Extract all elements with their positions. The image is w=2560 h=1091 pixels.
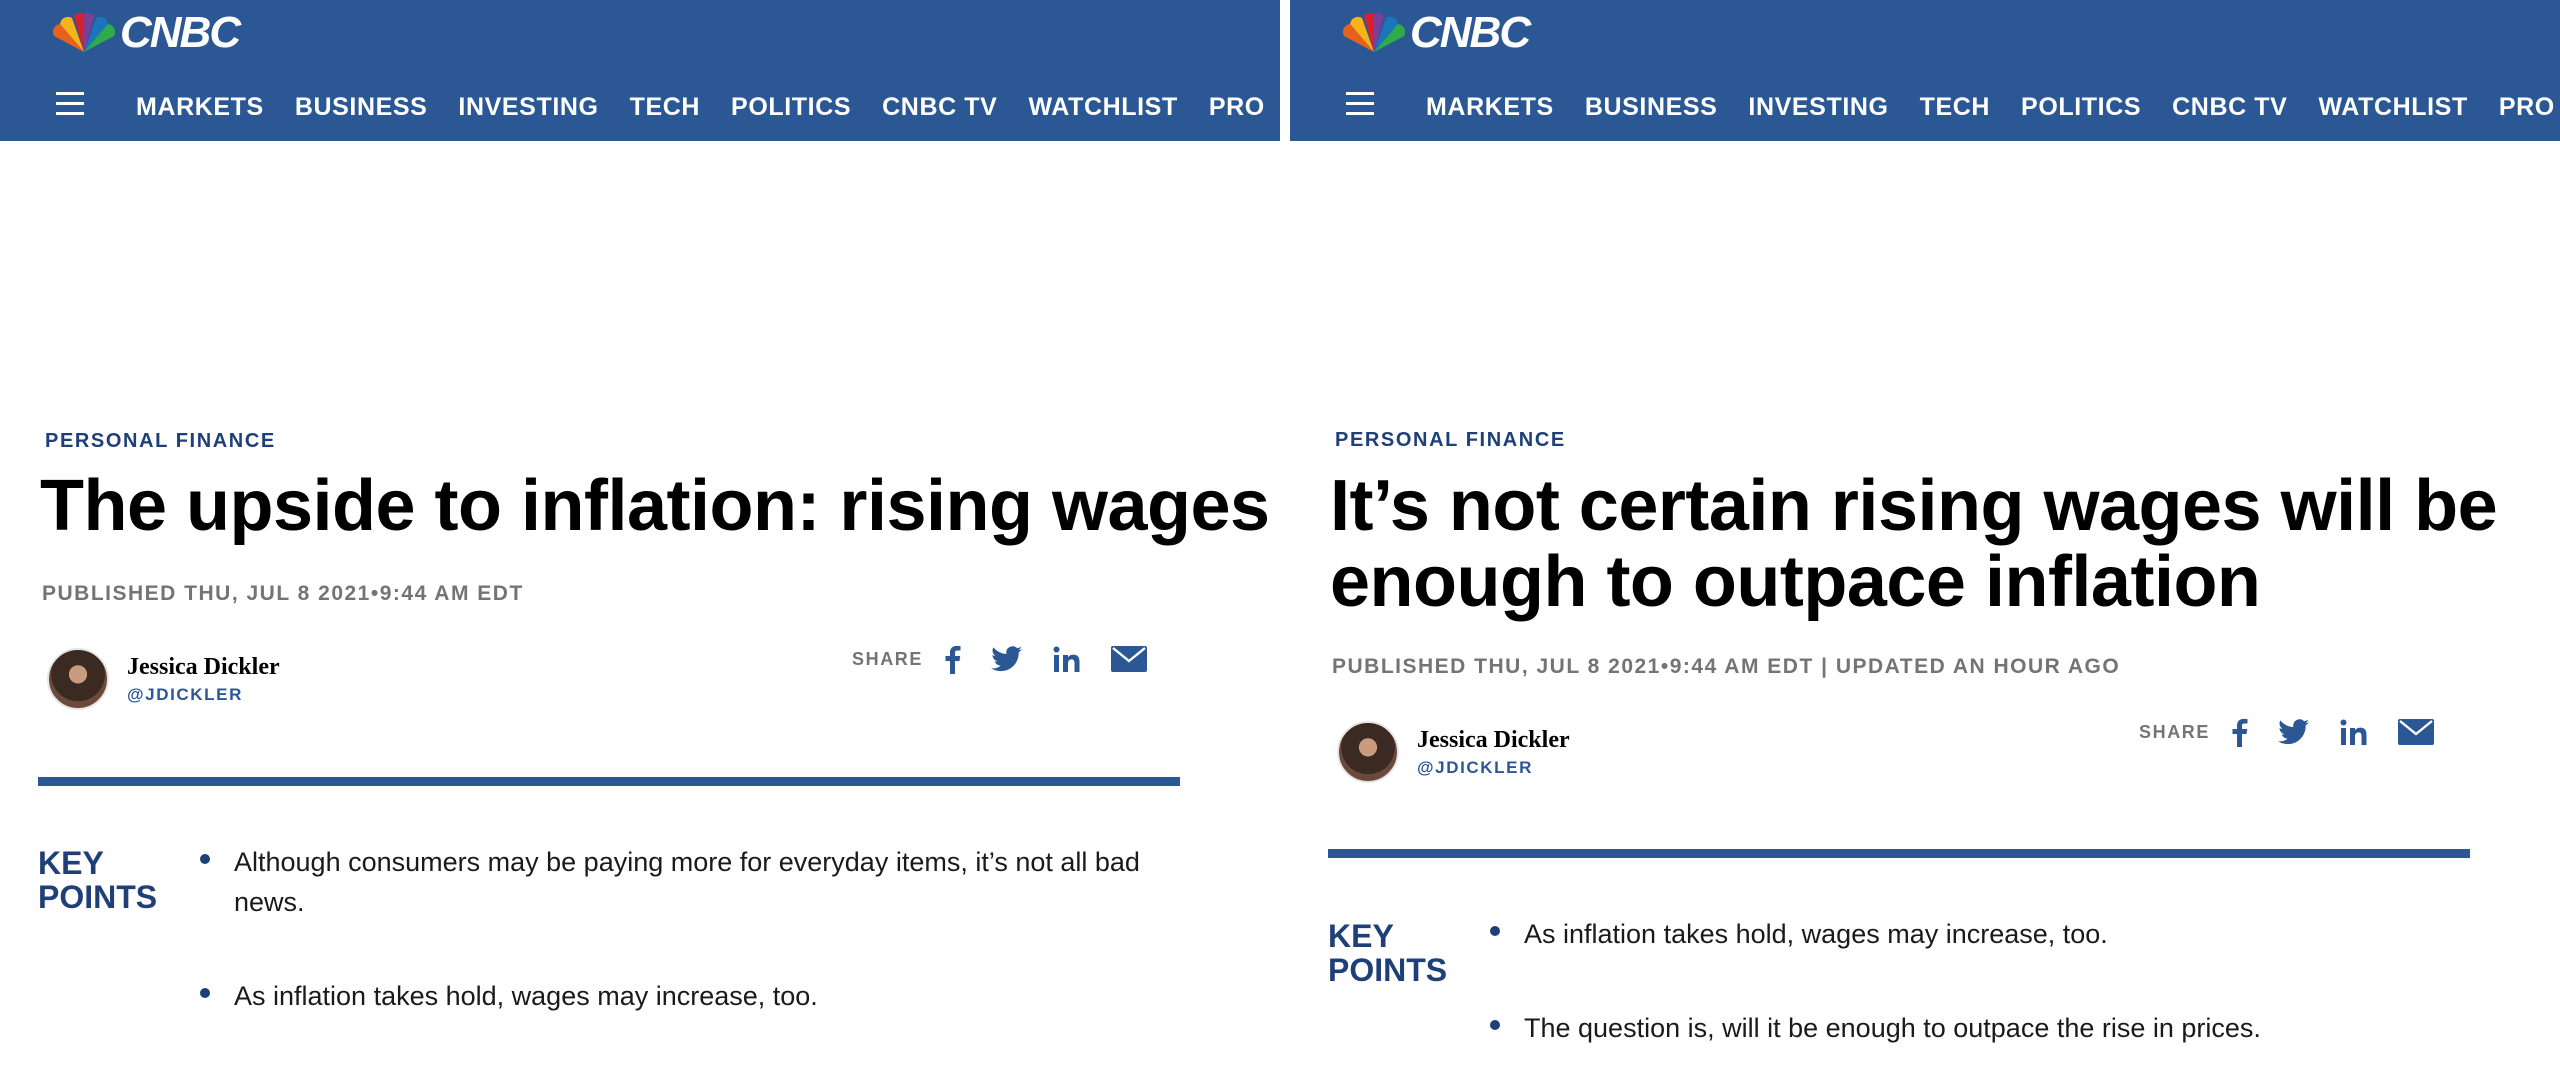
published-date: PUBLISHED THU, JUL 8 2021•9:44 AM EDT | … <box>1332 655 2121 678</box>
nav-pro[interactable]: PRO <box>1209 92 1265 122</box>
key-points-label: KEY POINTS <box>38 845 158 915</box>
avatar <box>47 648 109 710</box>
article-panel-left: CNBC MARKETS BUSINESS INVESTING TECH POL… <box>0 0 1280 1091</box>
facebook-icon[interactable] <box>2230 717 2248 747</box>
key-points-divider <box>1328 849 2470 858</box>
nav-tech[interactable]: TECH <box>630 92 700 122</box>
nav-watchlist[interactable]: WATCHLIST <box>1028 92 1177 122</box>
email-icon[interactable] <box>1111 646 1148 672</box>
comparison-view: CNBC MARKETS BUSINESS INVESTING TECH POL… <box>0 0 2560 1091</box>
article-title: It’s not certain rising wages will be en… <box>1330 466 2498 622</box>
nav-markets[interactable]: MARKETS <box>136 92 264 122</box>
key-points-list: As inflation takes hold, wages may incre… <box>1488 914 2448 1091</box>
site-header: CNBC MARKETS BUSINESS INVESTING TECH POL… <box>0 0 1280 141</box>
twitter-icon[interactable] <box>991 645 1023 673</box>
article-title: The upside to inflation: rising wages <box>40 466 1270 546</box>
list-item: Although consumers may be paying more fo… <box>198 842 1158 922</box>
nav-watchlist[interactable]: WATCHLIST <box>2318 92 2467 122</box>
section-label[interactable]: PERSONAL FINANCE <box>45 430 276 453</box>
nav-business[interactable]: BUSINESS <box>1585 92 1718 122</box>
author-handle[interactable]: @JDICKLER <box>1417 758 1570 778</box>
avatar <box>1337 721 1399 783</box>
nav-tech[interactable]: TECH <box>1920 92 1990 122</box>
key-points-list: Although consumers may be paying more fo… <box>198 842 1158 1070</box>
cnbc-logo[interactable]: CNBC <box>50 8 241 57</box>
nav-markets[interactable]: MARKETS <box>1426 92 1554 122</box>
nav-investing[interactable]: INVESTING <box>458 92 598 122</box>
section-label[interactable]: PERSONAL FINANCE <box>1335 429 1566 452</box>
facebook-icon[interactable] <box>943 644 961 674</box>
author-handle[interactable]: @JDICKLER <box>127 685 280 705</box>
main-nav: MARKETS BUSINESS INVESTING TECH POLITICS… <box>136 92 1280 122</box>
article-panel-right: CNBC MARKETS BUSINESS INVESTING TECH POL… <box>1290 0 2560 1091</box>
author-byline: Jessica Dickler @JDICKLER <box>47 648 280 710</box>
nav-cnbc-tv[interactable]: CNBC TV <box>2172 92 2287 122</box>
author-name[interactable]: Jessica Dickler <box>1417 727 1570 754</box>
nav-pro[interactable]: PRO <box>2499 92 2555 122</box>
site-header: CNBC MARKETS BUSINESS INVESTING TECH POL… <box>1290 0 2560 141</box>
nav-cnbc-tv[interactable]: CNBC TV <box>882 92 997 122</box>
published-date: PUBLISHED THU, JUL 8 2021•9:44 AM EDT <box>42 582 524 605</box>
linkedin-icon[interactable] <box>1053 646 1081 673</box>
list-item: The question is, will it be enough to ou… <box>1488 1008 2448 1048</box>
list-item: As inflation takes hold, wages may incre… <box>1488 914 2448 954</box>
share-bar: SHARE <box>852 644 1148 674</box>
peacock-logo-icon <box>1342 13 1406 53</box>
peacock-logo-icon <box>52 13 116 53</box>
main-nav: MARKETS BUSINESS INVESTING TECH POLITICS… <box>1426 92 2560 122</box>
nav-politics[interactable]: POLITICS <box>731 92 851 122</box>
author-name[interactable]: Jessica Dickler <box>127 654 280 681</box>
key-points-divider <box>38 777 1180 786</box>
hamburger-menu-icon[interactable] <box>56 92 84 116</box>
nav-business[interactable]: BUSINESS <box>295 92 428 122</box>
list-item: As inflation takes hold, wages may incre… <box>198 976 1158 1016</box>
key-points-label: KEY POINTS <box>1328 918 1448 988</box>
email-icon[interactable] <box>2398 719 2435 745</box>
nav-politics[interactable]: POLITICS <box>2021 92 2141 122</box>
linkedin-icon[interactable] <box>2340 719 2368 746</box>
share-label: SHARE <box>2139 721 2211 742</box>
share-label: SHARE <box>852 648 924 669</box>
hamburger-menu-icon[interactable] <box>1346 92 1374 116</box>
share-bar: SHARE <box>2139 717 2435 747</box>
author-byline: Jessica Dickler @JDICKLER <box>1337 721 1570 783</box>
twitter-icon[interactable] <box>2278 718 2310 746</box>
cnbc-logo[interactable]: CNBC <box>1340 8 1531 57</box>
nav-investing[interactable]: INVESTING <box>1748 92 1888 122</box>
logo-text: CNBC <box>1410 8 1531 57</box>
logo-text: CNBC <box>120 8 241 57</box>
